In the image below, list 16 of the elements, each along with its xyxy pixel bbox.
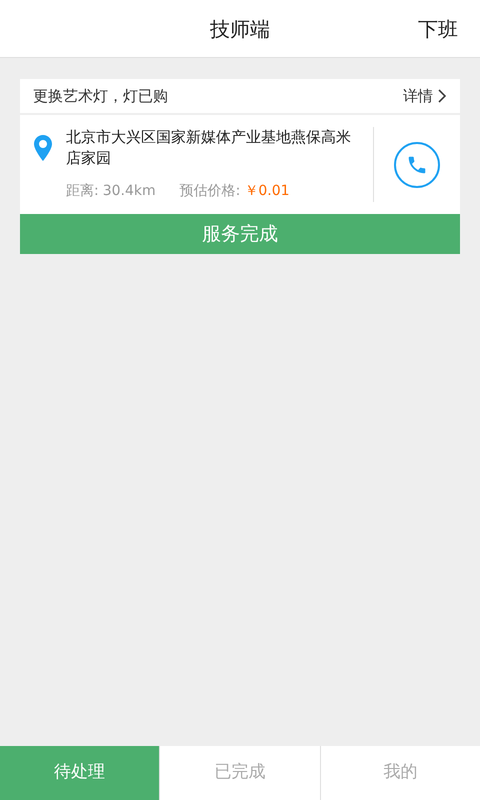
- distance-label: 距离:: [66, 182, 99, 201]
- off-duty-button[interactable]: 下班: [418, 14, 458, 44]
- location-pin-icon: [34, 135, 52, 161]
- service-complete-button[interactable]: 服务完成: [20, 214, 460, 254]
- chevron-right-icon: [437, 88, 447, 104]
- details-link[interactable]: 详情: [403, 84, 447, 108]
- order-title: 更换艺术灯，灯已购: [33, 86, 168, 107]
- bottom-tab[interactable]: 待处理: [0, 746, 160, 800]
- address-text: 北京市大兴区国家新媒体产业基地燕保高米店家园: [66, 127, 352, 169]
- distance-value: 30.4km: [102, 182, 156, 201]
- phone-call-button[interactable]: [394, 142, 440, 188]
- bottom-tab[interactable]: 我的: [320, 746, 480, 800]
- page-title: 技师端: [210, 16, 270, 42]
- bottom-tab[interactable]: 已完成: [159, 746, 320, 800]
- price-value: ￥0.01: [244, 182, 290, 201]
- price-label: 预估价格:: [180, 182, 240, 201]
